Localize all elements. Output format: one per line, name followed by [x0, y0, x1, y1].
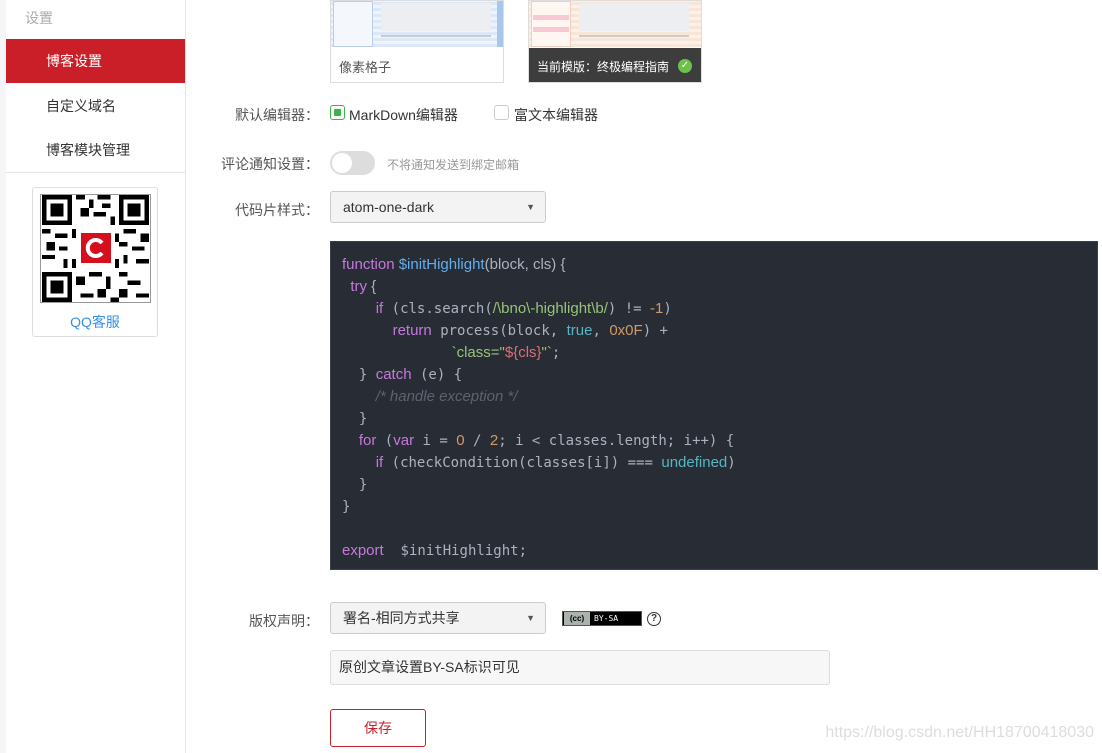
code-style-label: 代码片样式：: [235, 202, 319, 218]
sidebar-item-module-management[interactable]: 博客模块管理: [6, 128, 185, 172]
code-line: /* handle exception */: [375, 388, 518, 405]
copyright-value: 署名-相同方式共享: [343, 610, 460, 626]
code-line: }: [342, 499, 351, 515]
template-card-pixel-grid[interactable]: 像素格子: [330, 0, 504, 83]
watermark: https://blog.csdn.net/HH18700418030: [825, 724, 1094, 741]
comment-notify-label: 评论通知设置：: [221, 156, 319, 172]
cc-license-text: BY-SA: [594, 614, 619, 623]
code-line: return process(block, true, 0x0F) +: [392, 322, 668, 339]
editor-label: 默认编辑器：: [235, 107, 319, 123]
code-line: if (cls.search(/\bno\-highlight\b/) != -…: [375, 300, 672, 317]
code-line: export $initHighlight;: [342, 542, 527, 559]
sidebar-item-blog-settings[interactable]: 博客设置: [6, 39, 185, 83]
help-icon[interactable]: ?: [647, 612, 661, 626]
sidebar-item-custom-domain[interactable]: 自定义域名: [6, 84, 185, 128]
code-line: }: [342, 411, 368, 427]
cc-icon: (cc): [564, 612, 590, 625]
check-circle-icon: ✓: [678, 59, 692, 73]
caret-down-icon: ▼: [526, 202, 535, 212]
code-preview: function $initHighlight(block, cls) { tr…: [330, 241, 1098, 570]
qq-service-card[interactable]: QQ客服: [32, 187, 158, 337]
rich-text-editor-radio[interactable]: [494, 105, 509, 120]
qr-code: [40, 194, 151, 303]
save-button[interactable]: 保存: [330, 709, 426, 747]
template-card-current[interactable]: 当前模版：终极编程指南 ✓: [528, 0, 702, 83]
code-line: `class="${cls}"`;: [451, 344, 561, 361]
markdown-editor-radio[interactable]: [330, 105, 345, 120]
code-line: function $initHighlight(block, cls) {: [342, 256, 566, 273]
code-line: for (var i = 0 / 2; i < classes.length; …: [358, 432, 735, 449]
code-line: }: [342, 477, 368, 493]
comment-notify-toggle[interactable]: [330, 151, 375, 175]
copyright-note-input[interactable]: 原创文章设置BY-SA标识可见: [330, 650, 830, 685]
caret-down-icon: ▼: [526, 613, 535, 623]
code-line: } catch (e) {: [342, 366, 463, 383]
sidebar-divider: [6, 172, 185, 173]
sidebar-heading: 设置: [25, 10, 53, 26]
copyright-label: 版权声明：: [249, 613, 319, 629]
template-name: 当前模版：终极编程指南: [537, 60, 670, 74]
code-line: if (checkCondition(classes[i]) === undef…: [375, 454, 736, 471]
template-thumbnail: [529, 1, 701, 47]
code-line: try {: [350, 278, 377, 295]
markdown-editor-label[interactable]: MarkDown编辑器: [349, 105, 458, 125]
template-name: 像素格子: [339, 60, 392, 75]
code-style-value: atom-one-dark: [343, 199, 435, 215]
code-style-select[interactable]: atom-one-dark ▼: [330, 191, 546, 223]
cc-by-sa-badge: (cc) BY-SA: [562, 611, 642, 626]
rich-text-editor-label[interactable]: 富文本编辑器: [514, 105, 598, 125]
comment-notify-hint: 不将通知发送到绑定邮箱: [387, 158, 520, 172]
csdn-logo-icon: [81, 233, 111, 263]
toggle-knob: [332, 153, 352, 173]
sidebar: 设置 博客设置 自定义域名 博客模块管理 QQ客服: [6, 0, 186, 753]
template-thumbnail: [331, 1, 503, 47]
copyright-select[interactable]: 署名-相同方式共享 ▼: [330, 602, 546, 634]
qq-service-link[interactable]: QQ客服: [33, 312, 157, 332]
